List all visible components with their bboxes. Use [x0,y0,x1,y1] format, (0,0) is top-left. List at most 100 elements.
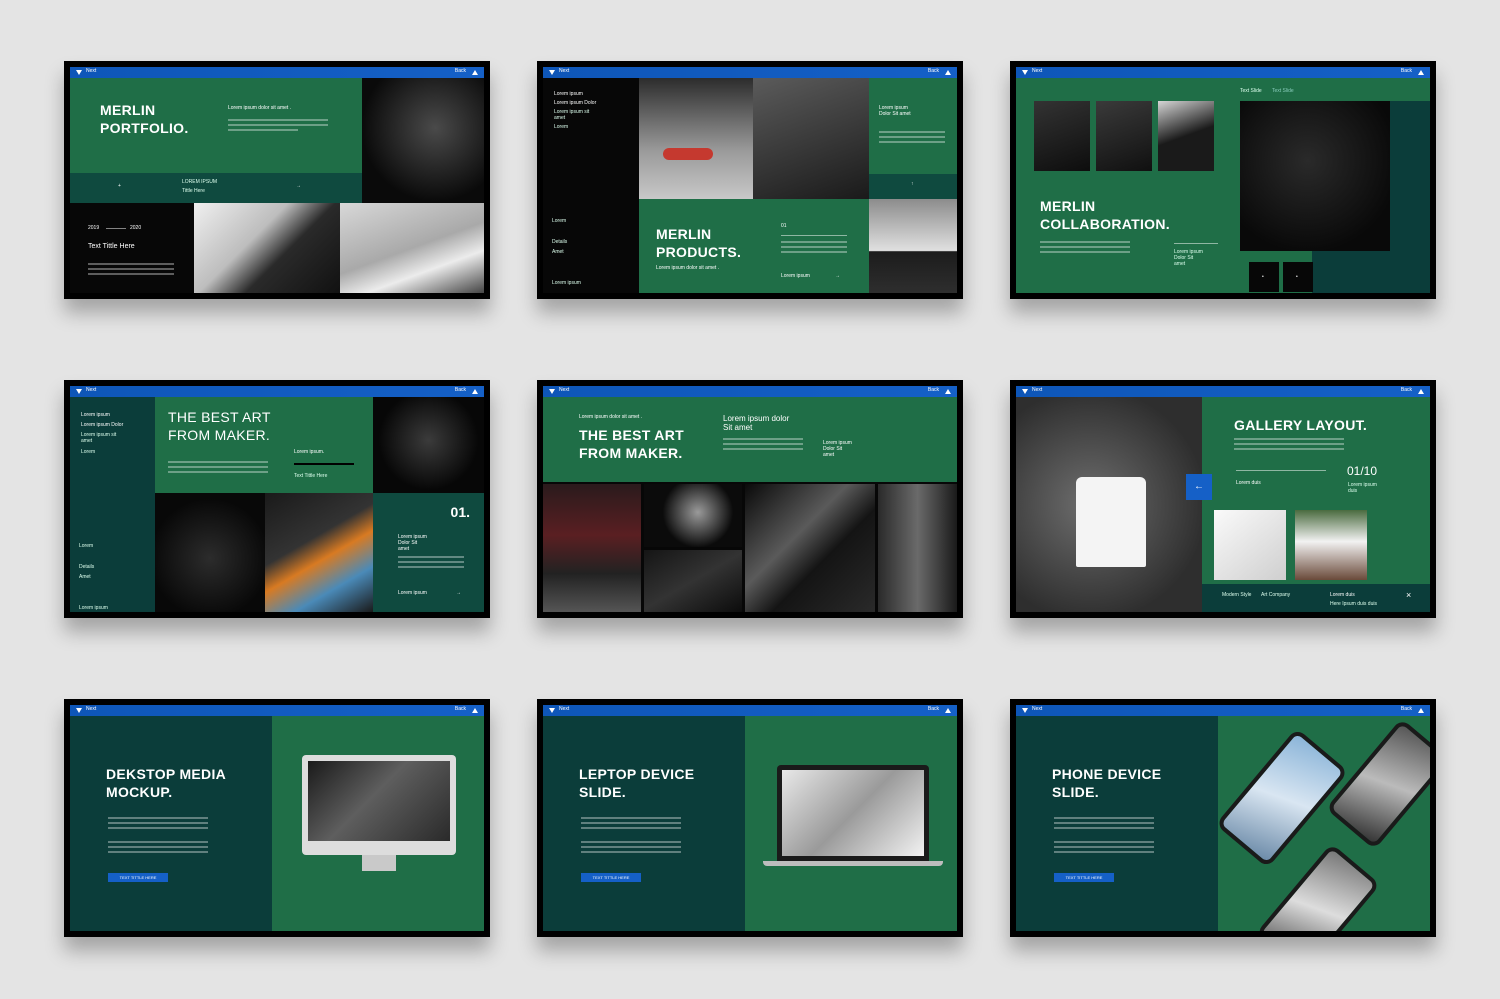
menu-down-icon[interactable] [1022,70,1028,75]
gallery-photo [1034,101,1090,171]
boots-photo [753,78,869,199]
up-arrow-icon[interactable] [1418,70,1424,75]
model-photo [1295,510,1367,580]
street-photo [543,484,641,612]
year-end: 2020 [130,225,142,231]
up-arrow-icon[interactable] [1418,389,1424,394]
underline [294,463,354,465]
tshirt-wall-photo [1016,397,1202,612]
up-arrow-icon[interactable] [945,708,951,713]
prev-button[interactable]: • [1249,262,1279,292]
headphones-bed-photo [340,203,484,293]
monitor-stand [362,855,396,871]
shirt-photo [1240,101,1390,251]
prev-arrow-button[interactable]: ← [1186,474,1212,500]
menu-item[interactable]: Lorem ipsum [554,91,583,97]
side-label: Amet [79,574,91,580]
menu-down-icon[interactable] [76,70,82,75]
slide-best-art-gallery[interactable]: Next Back Lorem ipsum dolor sit amet . T… [537,380,963,618]
cta-button[interactable]: TEXT TITTLE HERE [108,873,168,882]
arrow-up-icon[interactable]: ↑ [911,181,914,187]
side-label: Lorem ipsum [552,280,581,286]
up-arrow-icon[interactable] [945,389,951,394]
next-link[interactable]: Next [559,68,569,74]
slide-topbar: Next Back [70,67,484,78]
slide-topbar: Next Back [1016,67,1430,78]
caption: Lorem ipsum Dolor Sit amet [1174,249,1203,267]
watch-photo [362,78,484,203]
slide-merlin-portfolio[interactable]: Next Back MERLIN PORTFOLIO. Lorem ipsum d… [64,61,490,299]
up-arrow-icon[interactable] [1418,708,1424,713]
gallery-photo [1158,101,1214,171]
label: Lorem ipsum. [294,449,325,455]
up-arrow-icon[interactable] [472,708,478,713]
next-link[interactable]: Next [86,706,96,712]
menu-item[interactable]: Lorem ipsum Dolor [81,422,123,428]
next-link[interactable]: Next [1032,387,1042,393]
tab-text-slide[interactable]: Text Slide [1240,88,1262,94]
headphones-dark-photo [155,493,265,612]
cta-button[interactable]: TEXT TITTLE HERE [581,873,641,882]
next-link[interactable]: Next [86,387,96,393]
back-link[interactable]: Back [928,706,939,712]
back-link[interactable]: Back [455,68,466,74]
next-link[interactable]: Next [1032,706,1042,712]
headphones-photo [373,397,484,493]
link-text[interactable]: Lorem ipsum [781,273,810,279]
footer-band [1202,584,1430,612]
next-link[interactable]: Next [86,68,96,74]
next-button[interactable]: • [1283,262,1313,292]
laptop-icon [777,765,929,861]
menu-item[interactable]: Lorem ipsum Dolor [554,100,596,106]
back-link[interactable]: Back [928,387,939,393]
label-sub: Text Tittle Here [294,473,328,479]
caption-panel [869,78,957,174]
headphones-photo [194,203,340,293]
back-link[interactable]: Back [1401,68,1412,74]
slide-merlin-products[interactable]: Next Back Lorem ipsum Lorem ipsum Dolor … [537,61,963,299]
menu-item[interactable]: Lorem ipsum sit amet [81,432,121,444]
menu-down-icon[interactable] [549,70,555,75]
next-link[interactable]: Next [559,387,569,393]
back-link[interactable]: Back [455,387,466,393]
back-link[interactable]: Back [1401,706,1412,712]
tshirt-photo [1214,510,1286,580]
menu-down-icon[interactable] [76,389,82,394]
link-text[interactable]: Lorem ipsum [398,590,427,596]
menu-down-icon[interactable] [549,708,555,713]
tab-text-slide[interactable]: Text Slide [1272,88,1294,94]
cta-button[interactable]: TEXT TITTLE HERE [1054,873,1114,882]
up-arrow-icon[interactable] [472,389,478,394]
next-link[interactable]: Next [559,706,569,712]
next-link[interactable]: Next [1032,68,1042,74]
arrow-right-icon[interactable]: → [296,183,301,189]
menu-item[interactable]: Lorem [81,449,95,455]
side-label: Amet [552,249,564,255]
arrow-right-icon[interactable]: → [456,590,461,596]
sneaker-photo [644,484,742,547]
up-arrow-icon[interactable] [472,70,478,75]
menu-item[interactable]: Lorem ipsum [81,412,110,418]
slide-title: PHONE DEVICE SLIDE. [1052,766,1162,800]
slide-merlin-collaboration[interactable]: Next Back Text Slide Text Slide • • MERL… [1010,61,1436,299]
menu-item[interactable]: Lorem ipsum sit amet [554,109,594,121]
slide-laptop-device[interactable]: Next Back LEPTOP DEVICE SLIDE. TEXT TITTL… [537,699,963,937]
slide-phone-device[interactable]: Next Back PHONE DEVICE SLIDE. TEXT TITTLE… [1010,699,1436,937]
slide-topbar: Next Back [1016,705,1430,716]
slide-best-art[interactable]: Next Back Lorem ipsum Lorem ipsum Dolor … [64,380,490,618]
slide-desktop-mockup[interactable]: Next Back DEKSTOP MEDIA MOCKUP. TEXT TITT… [64,699,490,937]
close-icon[interactable]: × [1406,590,1411,600]
back-link[interactable]: Back [928,68,939,74]
person-photo [265,493,373,612]
back-link[interactable]: Back [1401,387,1412,393]
menu-down-icon[interactable] [1022,708,1028,713]
slide-title: DEKSTOP MEDIA MOCKUP. [106,766,227,800]
menu-down-icon[interactable] [1022,389,1028,394]
menu-item[interactable]: Lorem [554,124,568,130]
back-link[interactable]: Back [455,706,466,712]
arrow-right-icon[interactable]: → [835,273,840,279]
menu-down-icon[interactable] [76,708,82,713]
slide-gallery-layout[interactable]: Next Back ← GALLERY LAYOUT. 01/10 Lorem … [1010,380,1436,618]
up-arrow-icon[interactable] [945,70,951,75]
menu-down-icon[interactable] [549,389,555,394]
